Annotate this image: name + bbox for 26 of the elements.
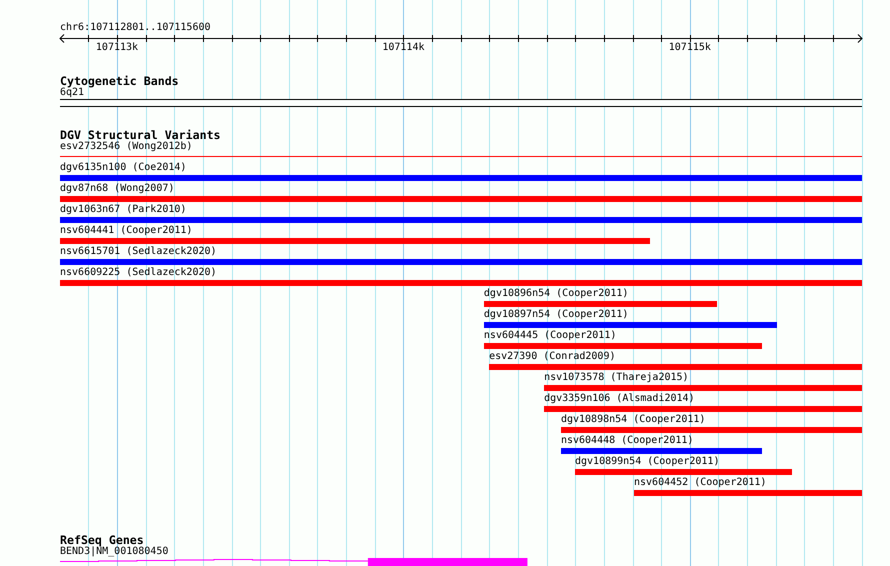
track-title: RefSeq Genes <box>60 534 144 546</box>
feature-label: dgv10897n54 (Cooper2011) <box>484 309 628 321</box>
feature-label: nsv604445 (Cooper2011) <box>484 330 616 342</box>
feature-label: nsv6609225 (Sedlazeck2020) <box>60 267 217 279</box>
track-title: DGV Structural Variants <box>60 129 221 141</box>
feature-label: nsv604441 (Cooper2011) <box>60 225 192 237</box>
feature-label: dgv10899n54 (Cooper2011) <box>574 456 720 468</box>
feature-label: esv2732546 (Wong2012b) <box>60 141 192 153</box>
feature-label: dgv10898n54 (Cooper2011) <box>560 414 706 426</box>
feature-label: dgv3359n106 (Alsmadi2014) <box>544 393 695 405</box>
feature-label: esv27390 (Conrad2009) <box>489 351 616 363</box>
feature-label: dgv10896n54 (Cooper2011) <box>484 288 628 300</box>
gene-label: BEND3|NM_001080450 <box>60 546 168 558</box>
feature-label: dgv6135n100 (Coe2014) <box>60 162 186 174</box>
tick-label: 107113k <box>96 42 138 54</box>
region-label: chr6:107112801..107115600 <box>60 22 211 34</box>
tick-label: 107115k <box>668 42 711 54</box>
tick-label: 107114k <box>382 42 424 54</box>
feature-label: nsv604448 (Cooper2011) <box>560 435 694 447</box>
feature-label: nsv604452 (Cooper2011) <box>634 477 766 489</box>
feature-label: nsv1073578 (Thareja2015) <box>544 372 689 384</box>
track-title: Cytogenetic Bands <box>60 75 179 87</box>
feature-label: nsv6615701 (Sedlazeck2020) <box>60 246 217 258</box>
band-label: 6q21 <box>60 87 84 99</box>
feature-label: dgv1063n67 (Park2010) <box>60 204 186 216</box>
feature-label: dgv87n68 (Wong2007) <box>60 183 174 195</box>
